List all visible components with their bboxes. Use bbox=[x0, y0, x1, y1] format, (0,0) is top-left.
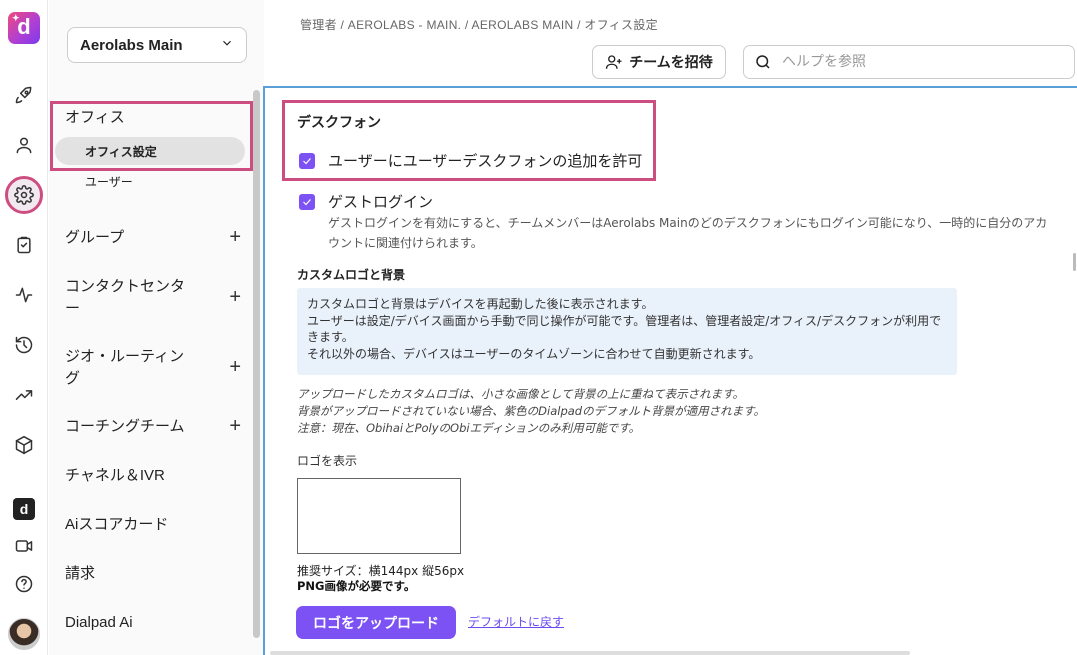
cube-icon[interactable] bbox=[8, 429, 40, 461]
sidebar-section-geo-routing[interactable]: ジオ・ルーティング + bbox=[65, 346, 245, 390]
search-icon bbox=[756, 55, 770, 69]
video-icon[interactable] bbox=[8, 530, 40, 562]
activity-icon[interactable] bbox=[8, 279, 40, 311]
logo-preview bbox=[297, 478, 461, 554]
content-scrollbar[interactable] bbox=[1073, 253, 1076, 271]
desk-phone-highlight-annotation bbox=[282, 100, 656, 181]
reset-default-link[interactable]: デフォルトに戻す bbox=[468, 613, 564, 630]
rocket-icon[interactable] bbox=[8, 79, 40, 111]
plus-icon[interactable]: + bbox=[229, 287, 241, 307]
sidebar-section-billing[interactable]: 請求 bbox=[65, 563, 245, 585]
logo-label: ロゴを表示 bbox=[297, 454, 358, 468]
sidebar-section-groups[interactable]: グループ + bbox=[65, 227, 245, 249]
check-icon bbox=[303, 199, 311, 206]
history-icon[interactable] bbox=[8, 329, 40, 361]
help-icon[interactable] bbox=[8, 568, 40, 600]
note-line: アップロードしたカスタムロゴは、小さな画像として背景の上に重ねて表示されます。 bbox=[297, 387, 745, 401]
gear-highlight-annotation bbox=[5, 176, 43, 214]
app-window: ✦ d d Aerolabs Main オフィス オフィス設定 ユーザー グルー… bbox=[0, 0, 1077, 655]
sidebar-section-coaching-teams[interactable]: コーチングチーム + bbox=[65, 416, 245, 438]
add-user-icon bbox=[606, 55, 622, 69]
note-line: 注意：現在、ObihaiとPolyのObiエディションのみ利用可能です。 bbox=[297, 421, 641, 435]
upload-notes: アップロードしたカスタムロゴは、小さな画像として背景の上に重ねて表示されます。 … bbox=[297, 386, 765, 437]
sidebar-section-ai-scorecards[interactable]: Aiスコアカード bbox=[65, 514, 245, 536]
plus-icon[interactable]: + bbox=[229, 357, 241, 377]
custom-logo-title: カスタムロゴと背景 bbox=[297, 268, 406, 282]
help-search-input[interactable] bbox=[782, 54, 1062, 70]
guest-login-checkbox[interactable] bbox=[299, 194, 315, 210]
info-line: それ以外の場合、デバイスはユーザーのタイムゾーンに合わせて自動更新されます。 bbox=[307, 346, 761, 361]
info-line: カスタムロゴと背景はデバイスを再起動した後に表示されます。 bbox=[307, 297, 654, 311]
org-select-value: Aerolabs Main bbox=[80, 36, 183, 54]
person-icon[interactable] bbox=[8, 129, 40, 161]
office-highlight-annotation bbox=[50, 101, 253, 171]
guest-login-label: ゲストログイン bbox=[328, 193, 434, 211]
sidebar-section-contact-center[interactable]: コンタクトセンター + bbox=[65, 276, 245, 320]
breadcrumb: 管理者 / AEROLABS - MAIN. / AEROLABS MAIN /… bbox=[300, 18, 658, 32]
sidebar-item-users[interactable]: ユーザー bbox=[55, 167, 245, 195]
dialpad-app-icon[interactable]: d bbox=[13, 498, 35, 520]
help-search[interactable] bbox=[743, 45, 1075, 79]
size-note: 推奨サイズ：横144px 縦56px bbox=[297, 564, 465, 578]
guest-login-description: ゲストログインを有効にすると、チームメンバーはAerolabs Mainのどのデ… bbox=[328, 216, 1048, 250]
settings-sidebar: Aerolabs Main オフィス オフィス設定 ユーザー グループ + コン… bbox=[49, 0, 264, 655]
plus-icon[interactable]: + bbox=[229, 227, 241, 247]
icon-rail: ✦ d d bbox=[0, 0, 48, 655]
png-note: PNG画像が必要です。 bbox=[297, 579, 416, 593]
info-line: ユーザーは設定/デバイス画面から手動で同じ操作が可能です。管理者は、管理者設定/… bbox=[307, 313, 942, 345]
chevron-down-icon bbox=[220, 36, 234, 54]
dialpad-logo-icon[interactable]: ✦ d bbox=[8, 12, 40, 44]
note-line: 背景がアップロードされていない場合、紫色のDialpadのデフォルト背景が適用さ… bbox=[297, 404, 765, 418]
horizontal-scrollbar[interactable] bbox=[270, 651, 910, 655]
sidebar-section-channels-ivr[interactable]: チャネル＆IVR bbox=[65, 465, 245, 487]
info-box: カスタムロゴと背景はデバイスを再起動した後に表示されます。 ユーザーは設定/デバ… bbox=[297, 288, 957, 375]
upload-logo-button[interactable]: ロゴをアップロード bbox=[296, 606, 456, 639]
clipboard-icon[interactable] bbox=[8, 229, 40, 261]
plus-icon[interactable]: + bbox=[229, 416, 241, 436]
org-select[interactable]: Aerolabs Main bbox=[67, 27, 247, 63]
invite-team-button[interactable]: チームを招待 bbox=[592, 45, 726, 79]
sidebar-section-dialpad-ai[interactable]: Dialpad Ai bbox=[65, 612, 245, 634]
avatar[interactable] bbox=[8, 618, 40, 650]
trending-icon[interactable] bbox=[8, 379, 40, 411]
sidebar-scrollbar[interactable] bbox=[253, 90, 260, 638]
